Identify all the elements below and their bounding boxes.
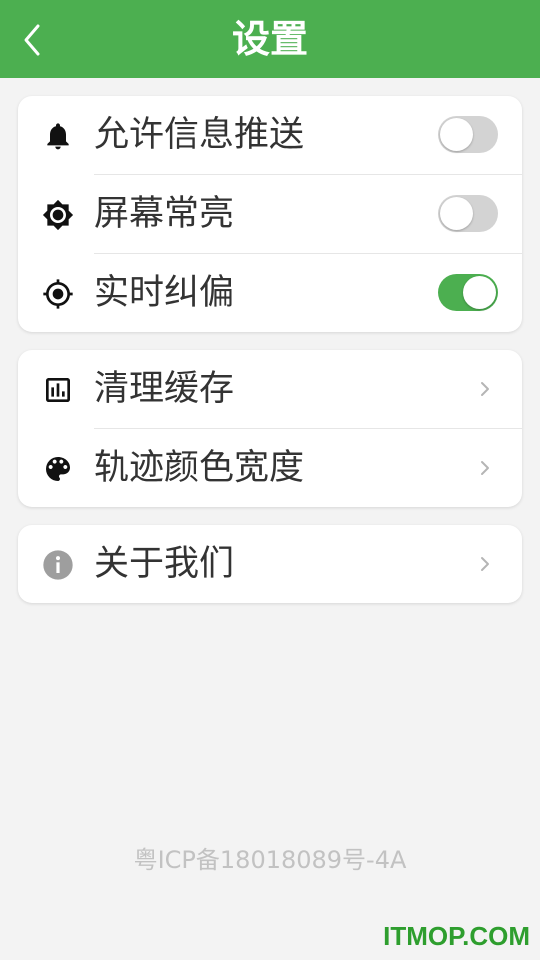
brightness-icon [42, 199, 74, 231]
screen-on-toggle[interactable] [438, 195, 498, 232]
chart-box-icon [46, 378, 70, 402]
toggle-knob [440, 118, 473, 151]
setting-label: 清理缓存 [94, 369, 235, 409]
icp-license-text: 粤ICP备18018089号-4A [133, 846, 407, 874]
setting-row-screen-on[interactable]: 屏幕常亮 [18, 175, 522, 254]
setting-label: 允许信息推送 [94, 115, 305, 155]
chevron-right-icon [481, 461, 489, 475]
setting-label: 屏幕常亮 [94, 194, 235, 234]
setting-label: 关于我们 [94, 544, 235, 584]
palette-icon [46, 457, 70, 481]
push-notifications-toggle[interactable] [438, 116, 498, 153]
chevron-right-icon [481, 557, 489, 571]
toggle-knob [463, 276, 496, 309]
setting-row-clear-cache[interactable]: 清理缓存 [18, 350, 522, 429]
setting-row-about-us[interactable]: 关于我们 [18, 525, 522, 604]
settings-group-toggles: 允许信息推送 屏幕常亮 实时纠偏 [18, 96, 522, 332]
setting-label: 实时纠偏 [94, 273, 235, 313]
realtime-correction-toggle[interactable] [438, 274, 498, 311]
settings-group-about: 关于我们 [18, 525, 522, 603]
info-icon [43, 550, 73, 580]
bell-icon [47, 123, 69, 150]
top-app-bar: 设置 [0, 0, 540, 78]
watermark-logo: ITMOP.COM [383, 921, 530, 951]
page-title: 设置 [231, 17, 308, 61]
setting-row-realtime-correction[interactable]: 实时纠偏 [18, 254, 522, 333]
chevron-right-icon [481, 382, 489, 396]
setting-label: 轨迹颜色宽度 [94, 448, 305, 488]
toggle-knob [440, 197, 473, 230]
setting-row-track-color[interactable]: 轨迹颜色宽度 [18, 429, 522, 508]
setting-row-push-notifications[interactable]: 允许信息推送 [18, 96, 522, 175]
settings-group-display: 清理缓存 轨迹颜色宽度 [18, 350, 522, 507]
gps-target-icon [43, 279, 73, 309]
